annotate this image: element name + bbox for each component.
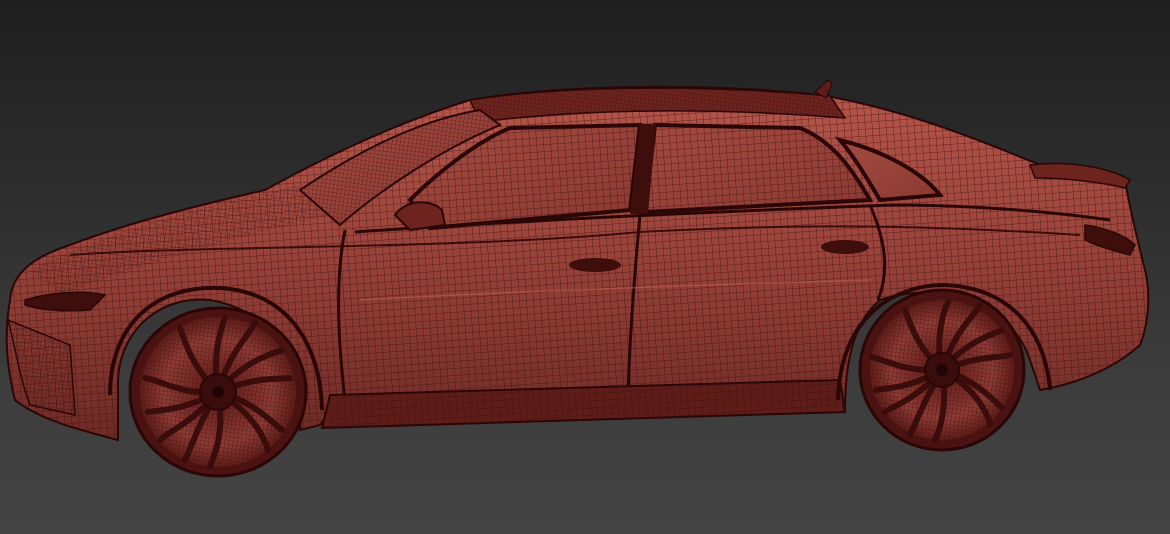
3d-viewport[interactable] <box>0 0 1170 534</box>
rear-door-handle <box>821 240 869 254</box>
front-wheel <box>128 306 308 478</box>
wireframe-car-model[interactable] <box>0 0 1170 534</box>
rear-wheel <box>858 288 1026 452</box>
front-door-handle <box>569 258 621 272</box>
